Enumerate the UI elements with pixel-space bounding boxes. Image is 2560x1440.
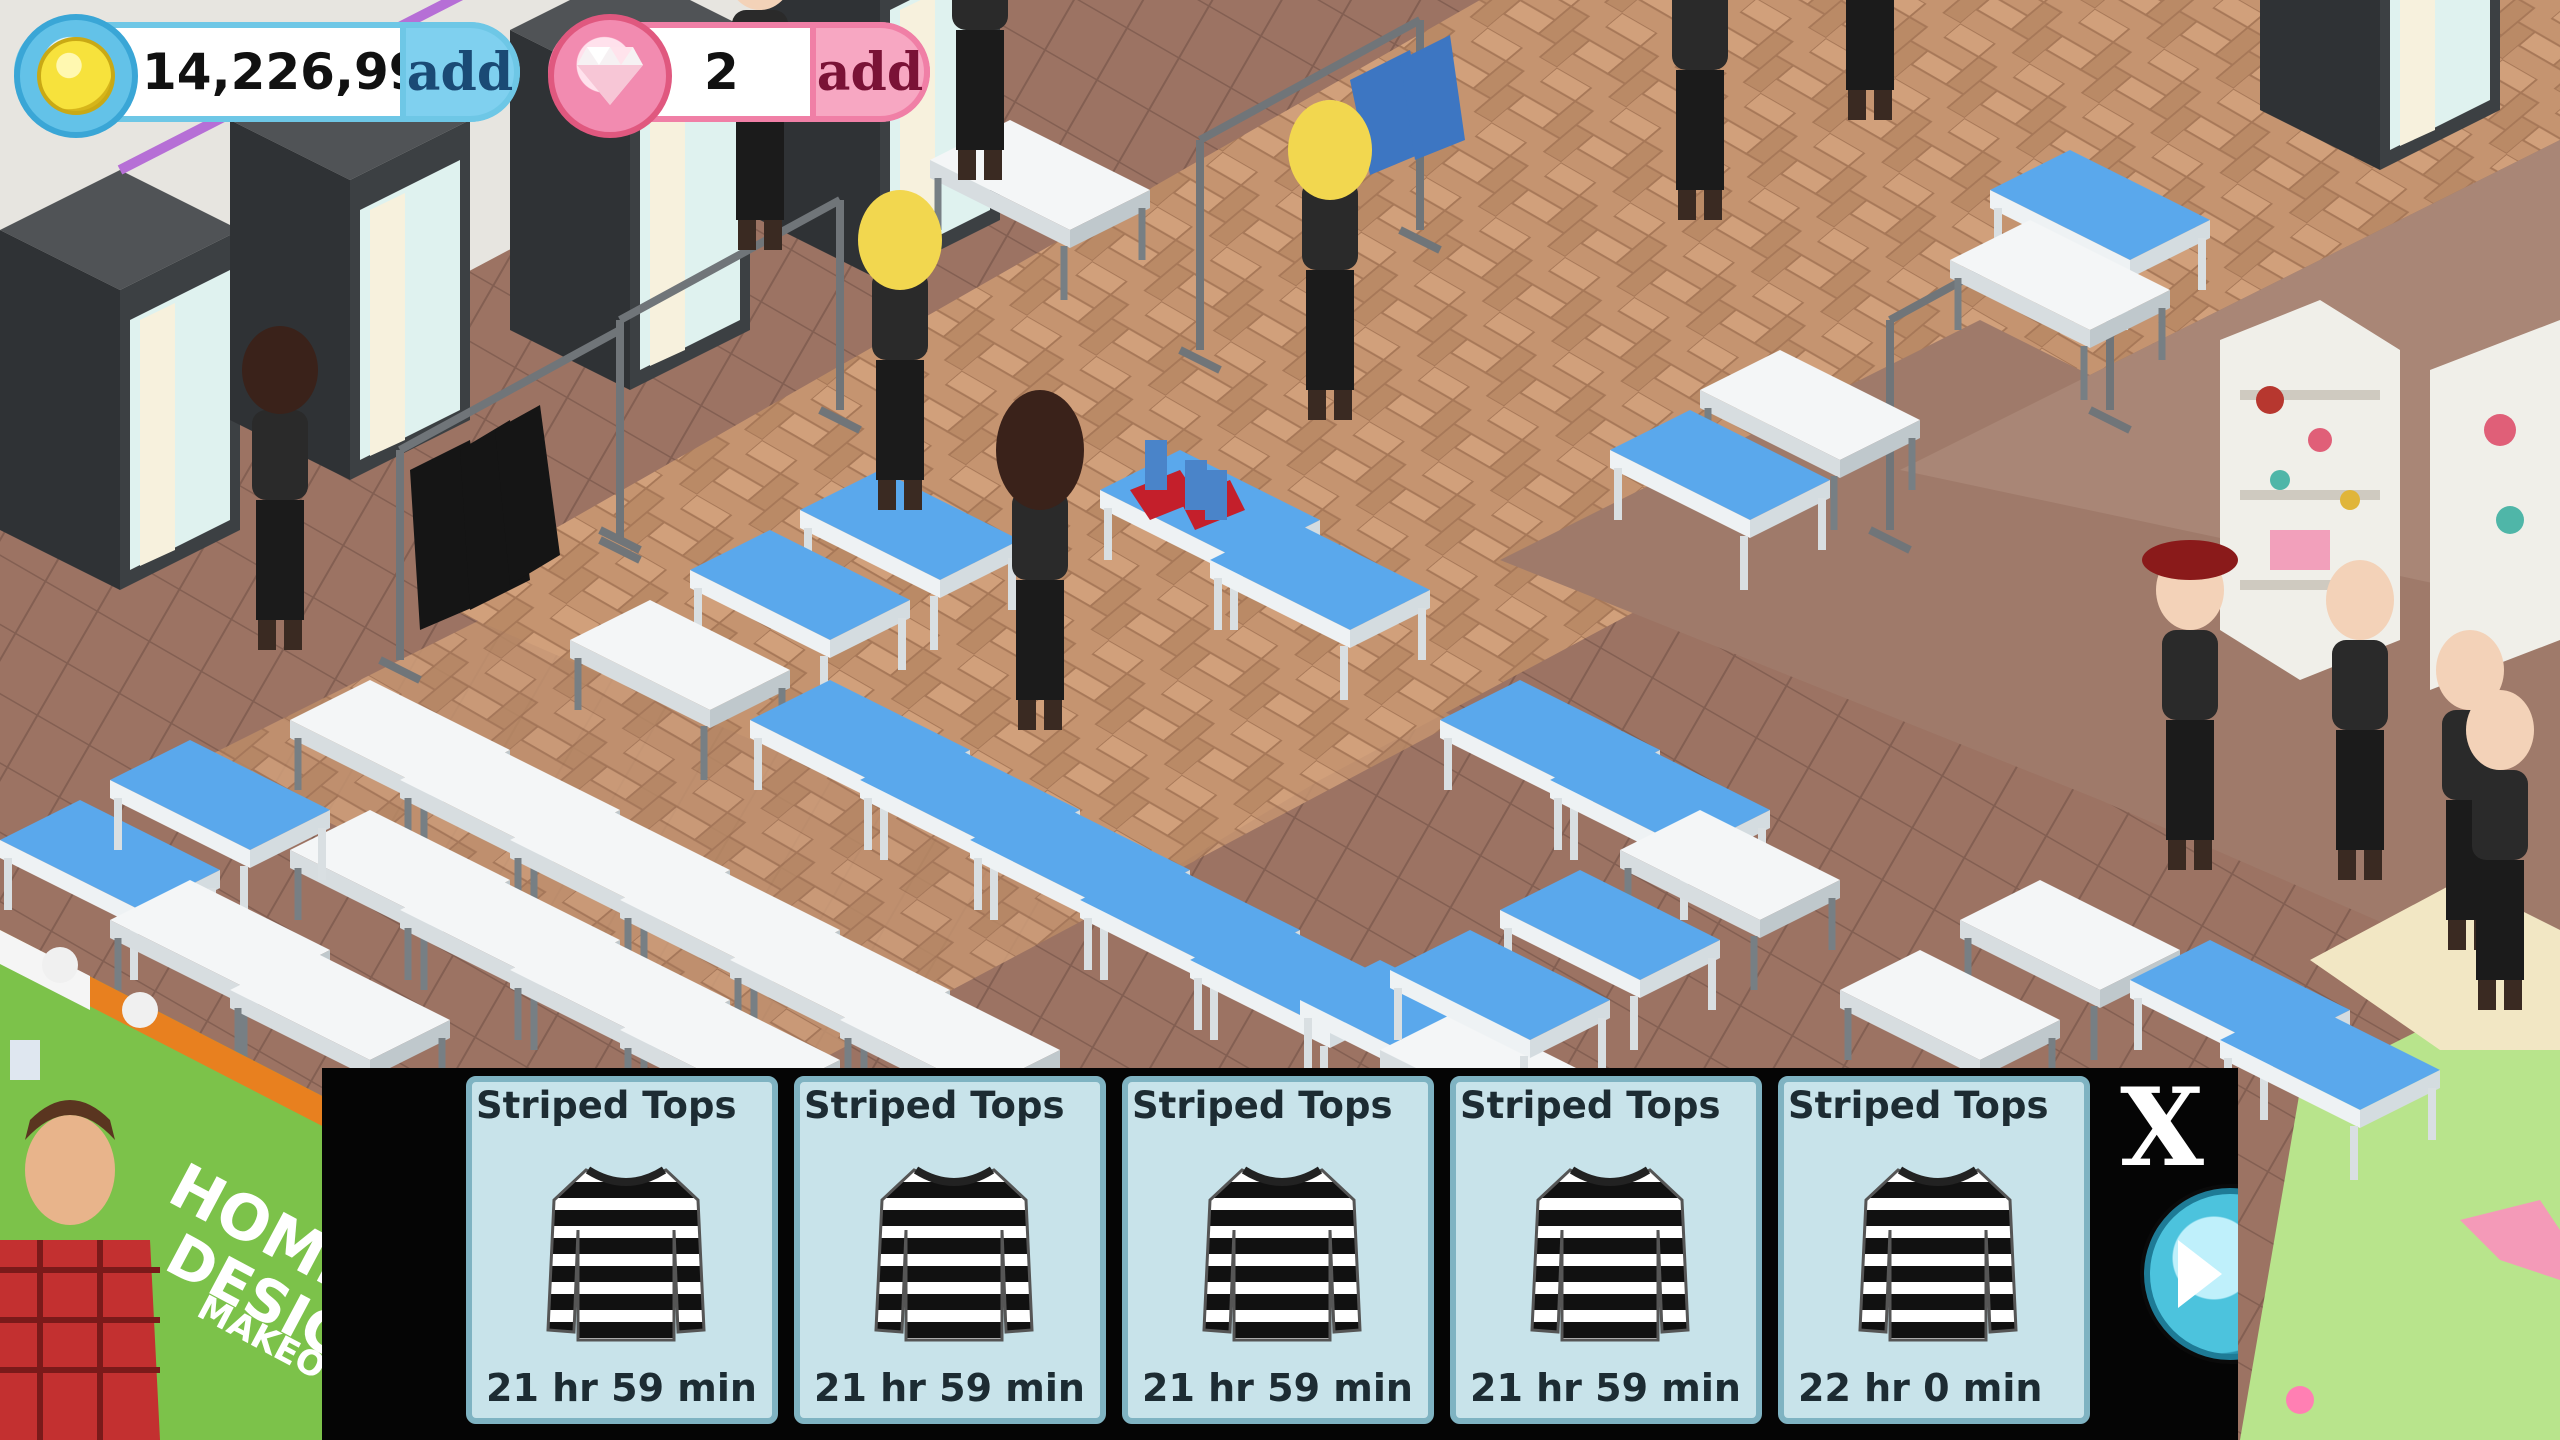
gem-counter: 2 add <box>548 14 930 138</box>
coin-counter: 14,226,994 add <box>14 14 520 138</box>
inventory-item-3[interactable]: Striped Tops 21 hr 59 min <box>1122 1076 1434 1424</box>
item-title: Striped Tops <box>476 1084 737 1127</box>
add-gems-button[interactable]: add <box>810 22 930 122</box>
diamond-icon <box>548 14 672 138</box>
item-title: Striped Tops <box>1132 1084 1393 1127</box>
close-tray-button[interactable]: X <box>2110 1074 2214 1182</box>
item-title: Striped Tops <box>804 1084 1065 1127</box>
chevron-right-icon <box>2178 1240 2222 1308</box>
item-timer: 22 hr 0 min <box>1798 1366 2043 1410</box>
striped-top-icon <box>1202 1166 1362 1342</box>
item-timer: 21 hr 59 min <box>1470 1366 1741 1410</box>
striped-top-icon <box>1858 1166 2018 1342</box>
inventory-item-1[interactable]: Striped Tops 21 hr 59 min <box>466 1076 778 1424</box>
item-timer: 21 hr 59 min <box>1142 1366 1413 1410</box>
item-timer: 21 hr 59 min <box>814 1366 1085 1410</box>
item-title: Striped Tops <box>1788 1084 2049 1127</box>
striped-top-icon <box>874 1166 1034 1342</box>
item-timer: 21 hr 59 min <box>486 1366 757 1410</box>
inventory-item-5[interactable]: Striped Tops 22 hr 0 min <box>1778 1076 2090 1424</box>
striped-top-icon <box>1530 1166 1690 1342</box>
item-title: Striped Tops <box>1460 1084 1721 1127</box>
striped-top-icon <box>546 1166 706 1342</box>
gem-balance: 2 <box>704 43 739 101</box>
inventory-item-4[interactable]: Striped Tops 21 hr 59 min <box>1450 1076 1762 1424</box>
add-coins-button[interactable]: add <box>400 22 520 122</box>
coin-icon <box>14 14 138 138</box>
inventory-item-2[interactable]: Striped Tops 21 hr 59 min <box>794 1076 1106 1424</box>
